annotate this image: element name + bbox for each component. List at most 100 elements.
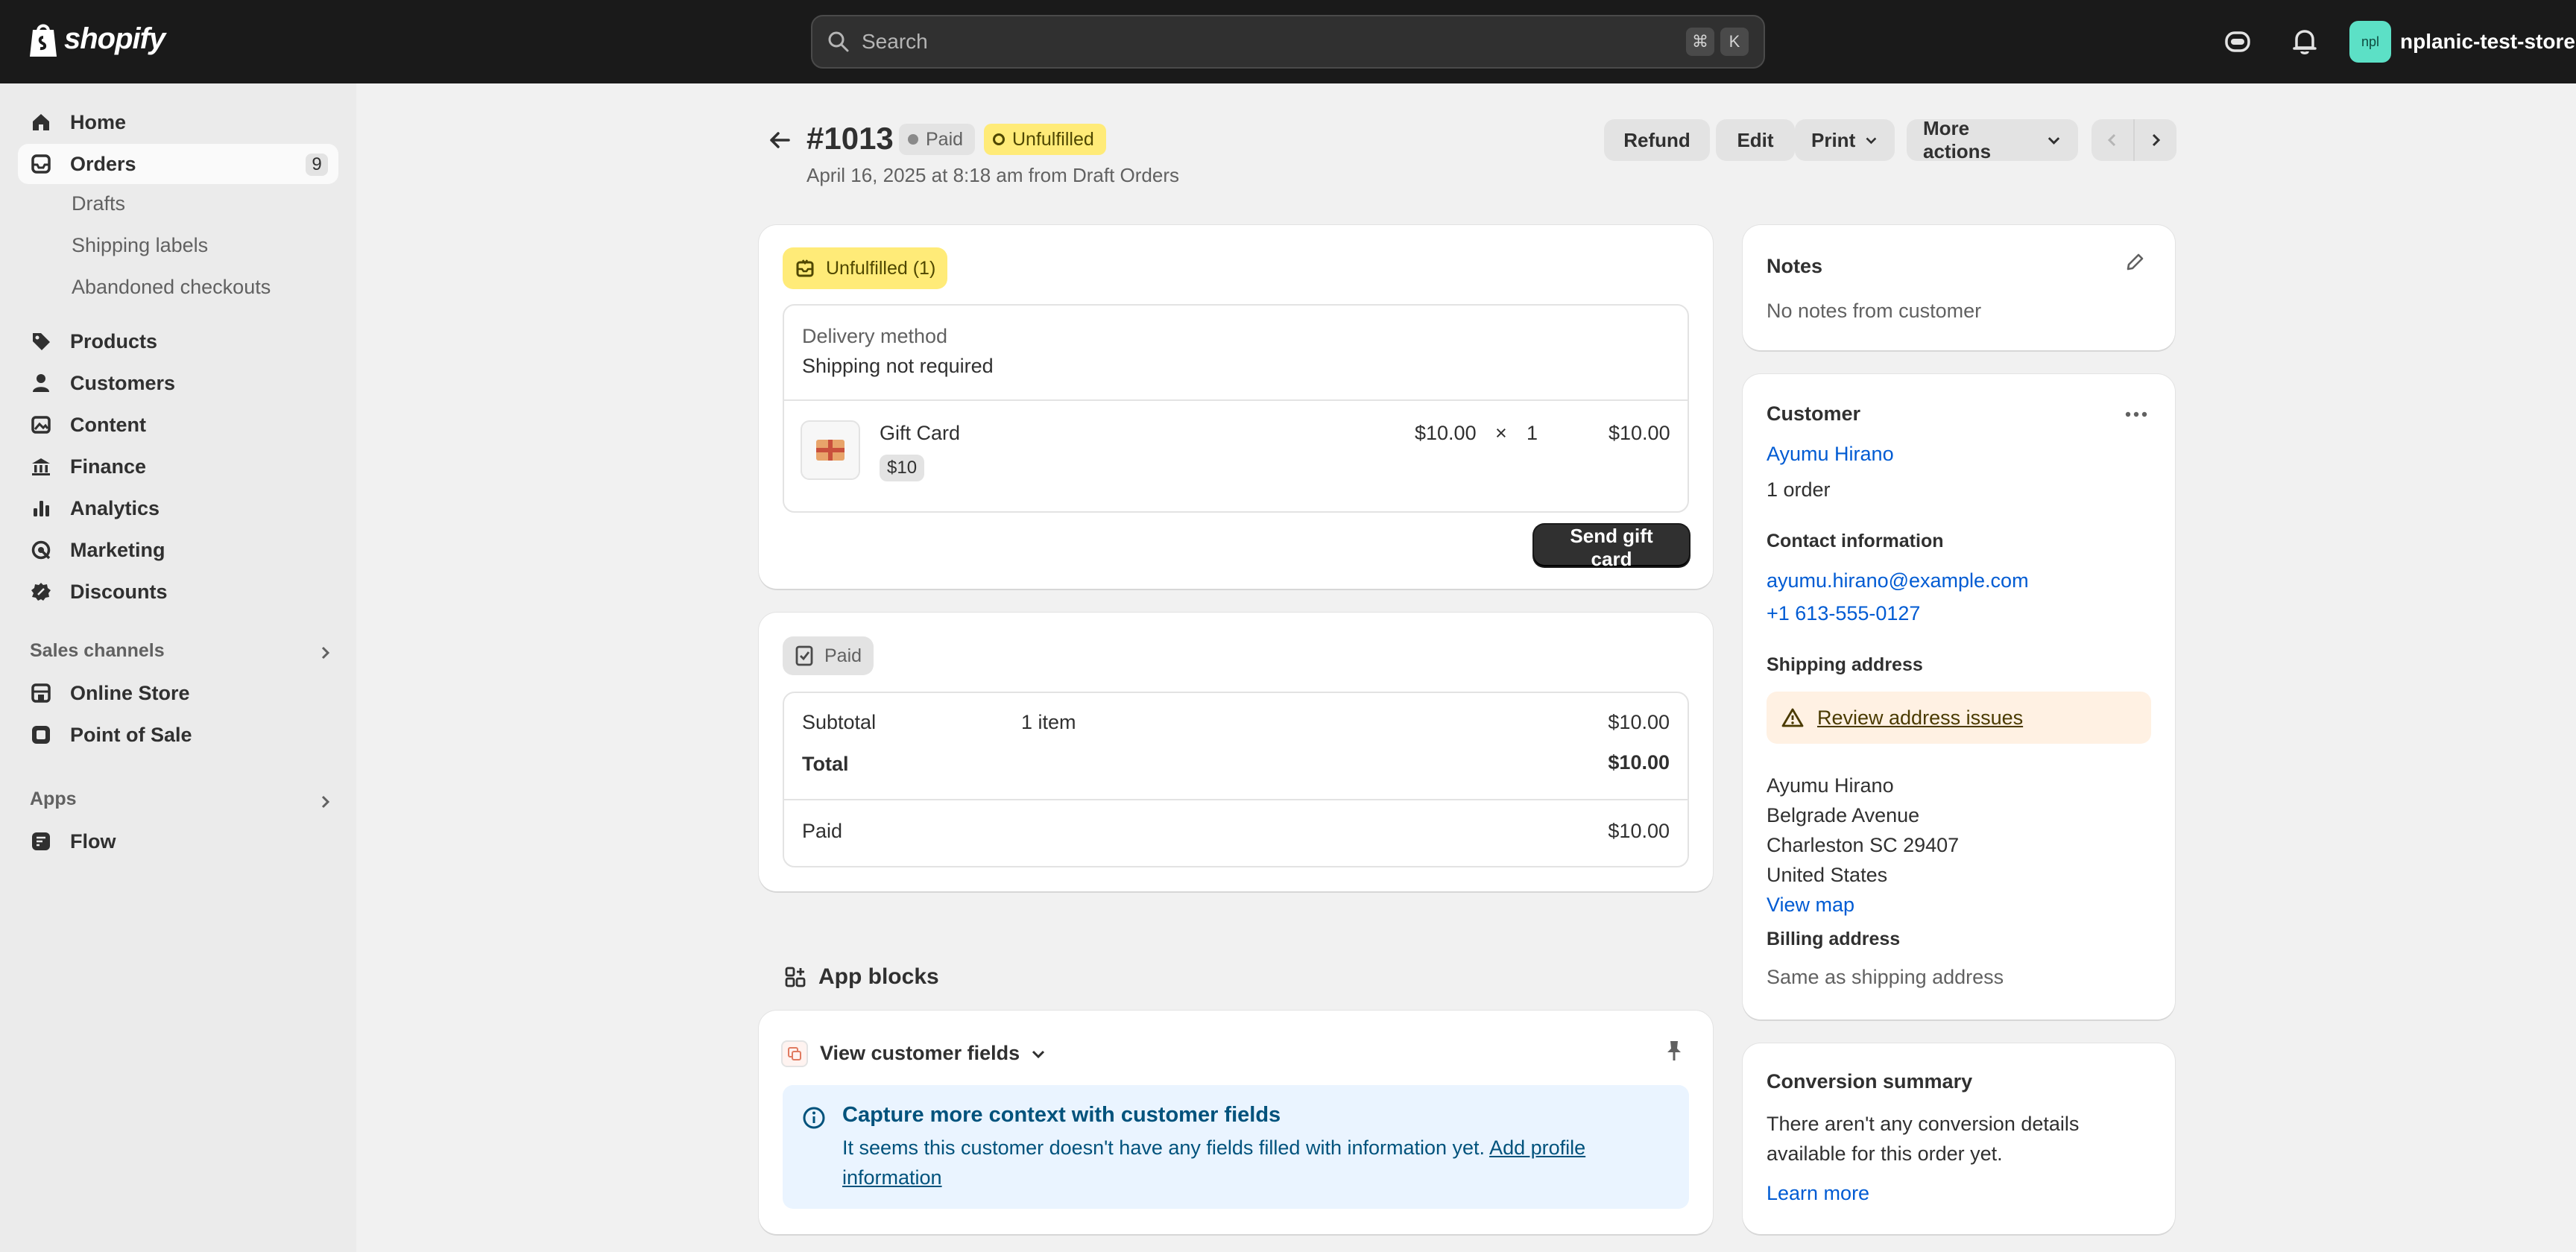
sidebar-item-flow[interactable]: Flow [18,821,338,861]
dropdown-label: View customer fields [820,1042,1020,1064]
fulfillment-card: Unfulfilled (1) Delivery method Shipping… [759,225,1713,589]
sidebar-item-label: Customers [70,371,176,394]
info-title: Capture more context with customer field… [842,1103,1281,1127]
ellipsis-icon [2125,411,2147,417]
divider [784,799,1688,800]
sidebar-item-label: Online Store [70,681,190,704]
sidebar-item-marketing[interactable]: Marketing [18,530,338,570]
sidebar-item-orders[interactable]: Orders 9 [18,144,338,184]
previous-order-button[interactable] [2092,119,2133,161]
sidebar: Home Orders 9 Drafts Shipping labels Aba… [0,83,356,1252]
conversion-text-line: available for this order yet. [1767,1142,2003,1165]
sidebar-item-point-of-sale[interactable]: Point of Sale [18,715,338,755]
address-warning-banner[interactable]: Review address issues [1767,692,2151,744]
product-thumbnail[interactable] [801,420,860,480]
sidebar-item-label: Content [70,413,146,436]
sales-channels-label[interactable]: Sales channels [30,640,165,662]
item-times: × [1495,422,1507,444]
item-quantity: 1 [1527,422,1538,444]
search-bar[interactable]: ⌘ K [811,15,1765,69]
sidebar-item-content[interactable]: Content [18,405,338,445]
customer-fields-info-banner: Capture more context with customer field… [783,1085,1689,1209]
tag-icon [30,330,52,352]
store-menu[interactable]: npl nplanic-test-store [2349,21,2575,63]
sidebar-item-label: Flow [70,829,116,853]
status-chip-label: Paid [824,645,862,666]
sidebar-item-label: Products [70,329,158,352]
flow-icon [30,830,52,853]
apps-label[interactable]: Apps [30,788,77,810]
chevron-right-icon [2152,133,2161,147]
shopify-bag-icon [30,24,57,57]
view-map-link[interactable]: View map [1767,890,1959,920]
paid-label: Paid [802,820,843,842]
back-arrow-icon[interactable] [766,127,793,154]
sidebar-subitem-shipping-labels[interactable]: Shipping labels [72,234,208,257]
gift-card-icon [816,440,845,461]
notifications-button[interactable] [2288,25,2321,58]
contact-information-title: Contact information [1767,531,1944,551]
edit-button[interactable]: Edit [1716,119,1795,161]
sidebar-item-label: Analytics [70,496,160,519]
content-icon [30,414,52,436]
view-customer-fields-dropdown[interactable]: View customer fields [820,1042,1046,1065]
send-gift-card-button[interactable]: Send gift card [1534,525,1689,570]
sidebar-item-home[interactable]: Home [18,102,338,142]
next-order-button[interactable] [2133,119,2176,161]
store-avatar: npl [2349,21,2391,63]
sidebar-item-label: Discounts [70,580,168,603]
customer-email-link[interactable]: ayumu.hirano@example.com [1767,569,2029,592]
pin-button[interactable] [1659,1036,1689,1066]
item-price: $10.00 [1415,422,1477,444]
sidebar-subitem-abandoned-checkouts[interactable]: Abandoned checkouts [72,276,271,299]
review-address-issues-link[interactable]: Review address issues [1817,706,2023,730]
conversion-text: There aren't any conversion details avai… [1767,1109,2079,1169]
add-profile-information-link[interactable]: Add profile [1489,1136,1585,1159]
sidebar-item-customers[interactable]: Customers [18,363,338,403]
notes-card: Notes No notes from customer [1743,225,2175,350]
variant-badge: $10 [880,455,925,481]
sidebar-item-finance[interactable]: Finance [18,446,338,487]
subtotal-value: $10.00 [1608,711,1670,733]
unfulfilled-box-icon [796,259,814,277]
sidebar-subitem-drafts[interactable]: Drafts [72,192,125,215]
status-chip-label: Unfulfilled (1) [826,257,936,279]
shopify-logo[interactable]: shopify [27,19,165,58]
logo-text: shopify [64,22,165,55]
store-name: nplanic-test-store [2400,30,2575,53]
sidebar-item-online-store[interactable]: Online Store [18,673,338,713]
sidebar-item-products[interactable]: Products [18,321,338,361]
sidebar-item-label: Marketing [70,538,165,561]
chevron-right-icon[interactable] [316,793,334,811]
subtotal-label: Subtotal [802,711,877,733]
apps-grid-icon [785,967,806,987]
info-icon [803,1107,825,1129]
print-button[interactable]: Print [1795,119,1895,161]
customer-menu-button[interactable] [2121,399,2151,429]
sidekick-button[interactable] [2221,25,2254,58]
pencil-icon [2127,253,2144,271]
customer-name-link[interactable]: Ayumu Hirano [1767,443,1894,466]
edit-notes-button[interactable] [2120,247,2150,277]
conversion-text-line: There aren't any conversion details [1767,1113,2080,1135]
chevron-down-icon [1866,137,1877,145]
unfulfilled-status-chip: Unfulfilled (1) [783,247,948,289]
sidebar-item-discounts[interactable]: Discounts [18,572,338,612]
info-text-body: It seems this customer doesn't have any … [842,1136,1486,1159]
delivery-method-label: Delivery method [802,325,948,347]
more-actions-button[interactable]: More actions [1907,117,2078,162]
product-name-link[interactable]: Gift Card [880,422,960,445]
chevron-right-icon[interactable] [316,644,334,662]
add-profile-information-link-cont[interactable]: information [842,1166,942,1189]
refund-button[interactable]: Refund [1604,119,1710,161]
target-icon [30,539,52,561]
customer-phone-link[interactable]: +1 613-555-0127 [1767,602,1920,625]
address-line: Charleston SC 29407 [1767,834,1960,856]
sidebar-item-label: Home [70,110,127,133]
learn-more-link[interactable]: Learn more [1767,1182,1869,1205]
payment-status-badge: Paid [899,124,976,155]
sidebar-item-analytics[interactable]: Analytics [18,488,338,528]
badge-label: Unfulfilled [1012,128,1094,150]
search-input[interactable] [862,30,1680,54]
item-total: $10.00 [1609,422,1670,444]
